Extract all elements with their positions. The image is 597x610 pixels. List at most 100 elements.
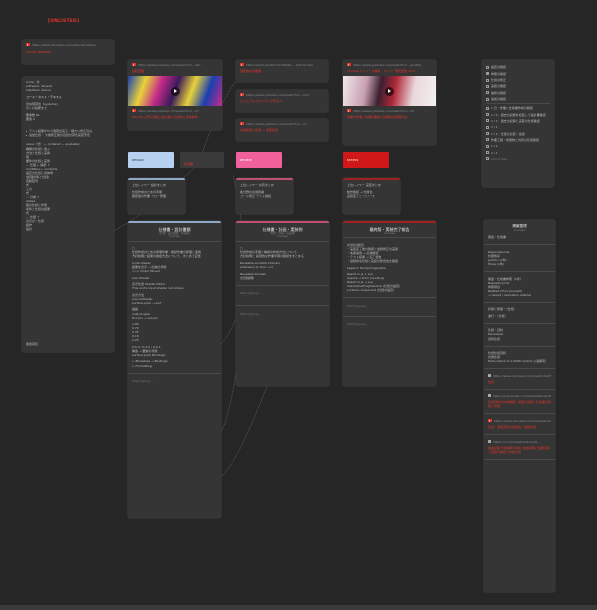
task-label: 1 / 1：過去の記録を収集して設計書確認 xyxy=(491,112,546,117)
checklist-item[interactable]: 参照の確認 xyxy=(486,72,550,76)
column-body: [仕様の確定] ・実装完了後の確認と最終修正の実施 ・本番適用 → 反映確認 ・テスト… xyxy=(343,240,436,296)
video-url[interactable]: https://www.youtube.com/watch?v=...r2 xyxy=(246,122,306,126)
link-title[interactable]: 仕様・実装資料の最新版・実装記録 xyxy=(488,425,551,429)
notes-footer[interactable]: 関連項目 xyxy=(26,342,38,346)
link-title[interactable]: 仕様 xyxy=(488,380,551,384)
checkbox[interactable] xyxy=(486,151,489,155)
video-thumbnail[interactable] xyxy=(128,76,222,107)
checkbox[interactable] xyxy=(486,144,489,148)
checkbox[interactable] xyxy=(486,97,489,101)
video-card-5[interactable]: https://www.youtube.com/watch?v=...gsn9z… xyxy=(343,60,436,145)
divider xyxy=(484,434,555,435)
bottom-scrollbar[interactable] xyxy=(0,605,597,610)
checklist-item[interactable]: 実装の確認 xyxy=(486,84,550,88)
play-icon[interactable] xyxy=(385,86,394,96)
info-line: 進行・（仕様） xyxy=(488,313,508,318)
checkbox[interactable] xyxy=(486,84,489,88)
link-card-left[interactable]: https://www.docswell.com/s/6/a-derivativ… xyxy=(22,40,114,64)
video-card-2[interactable]: https://youtu.be/Mcch7m8L90 — tutorial l… xyxy=(236,60,328,82)
link-url[interactable]: https://x.example.com/i/web/status/18... xyxy=(493,394,551,398)
video-url[interactable]: https://www.youtube.com/watch?v=...gsn9z… xyxy=(353,63,421,67)
link-url[interactable]: https://x.com/i/web/status/18... xyxy=(493,440,540,444)
video-url[interactable]: https://www.youtube.com/watch?v=...h8 xyxy=(353,109,414,113)
video-title[interactable]: 中間処理と応用 — 実装演習 xyxy=(240,128,324,132)
column-input[interactable]: Start typing... xyxy=(236,291,329,295)
checklist-item[interactable]: 進捗の確認 xyxy=(486,91,550,95)
video-card-1[interactable]: https://www.youtube.com/watch?v=...abc 回… xyxy=(128,60,222,130)
chip-spec[interactable]: 仕様書 xyxy=(180,152,224,168)
task-item[interactable]: Add a task... xyxy=(486,157,550,161)
video-title[interactable]: YouTubeストリーム講座 - メンバー限定配信 Vol.1 xyxy=(347,69,432,73)
task-item[interactable]: 1 / 1 xyxy=(486,144,550,148)
checklist-card[interactable]: 設定の確認参照の確認 仕様の修正実装の確認進捗の確認追加の確認 1 日・作業と仕様… xyxy=(482,60,554,187)
column-input[interactable]: Start typing... xyxy=(343,322,436,326)
task-item[interactable]: 1 / 1 xyxy=(486,125,550,129)
video-url[interactable]: https://www.youtube.com/watch?v=...abc xyxy=(138,63,201,67)
notes-header-2: interface: derive xyxy=(26,88,51,93)
link-title[interactable]: 関連記事 仕様説明 内容と追加説明と説明資料で実装の確認と作成方法 xyxy=(488,446,551,454)
link-title[interactable]: 仕様資料を作成機能と実装の連携と仕様書の確認と管理 xyxy=(488,400,551,408)
video-url[interactable]: https://www.youtube.com/watch?v=...b7 xyxy=(138,109,199,113)
checkbox[interactable] xyxy=(486,113,489,117)
task-label: Add a task... xyxy=(491,156,510,161)
chip-label: 仕様書 xyxy=(184,161,194,166)
column-plan[interactable]: 仕様書・計画・実装例 （仕様・計画・実装例） In scope □ 仕様作成の手順… xyxy=(236,221,329,386)
task-item[interactable]: 1 日・作業と仕様書作成の確認 xyxy=(486,106,550,110)
video-title[interactable]: 手書き作業と内容の要約と効果的な整理方法 xyxy=(347,115,432,119)
column-input[interactable]: Start typing... xyxy=(128,379,221,383)
video-card-3[interactable]: https://www.youtube.com/watch?v=...k12 ビ… xyxy=(236,90,328,112)
column-input[interactable]: Start typing... xyxy=(343,304,436,308)
checkbox[interactable] xyxy=(486,125,489,129)
column-final[interactable]: 最終版・実装完了報告 In scope [仕様の確定] ・実装完了後の確認と最終修… xyxy=(343,221,436,386)
column-spec[interactable]: 仕様書・設計書類 （仕様・設計書類・計画案） In scope □ 仕様作成のため… xyxy=(128,221,221,518)
video-url[interactable]: https://www.youtube.com/watch?v=...k12 xyxy=(246,93,309,97)
checkbox[interactable] xyxy=(486,119,489,123)
video-title[interactable]: 回転物の切断面 xyxy=(240,69,324,73)
info-section: 関連・仕様書 xyxy=(484,232,555,242)
checklist-item[interactable]: 仕様の修正 xyxy=(486,78,550,82)
video-url[interactable]: https://youtu.be/Mcch7m8L90 — tutorial l… xyxy=(246,63,313,67)
task-item[interactable]: 作業工程・成果物と共有の仕様確認 xyxy=(486,138,550,142)
info-link-card[interactable]: https://www.docswell.com/s/a/b/stories/4… xyxy=(484,416,555,432)
checklist-item[interactable]: 設定の確認 xyxy=(486,65,550,69)
mini-card-3[interactable]: 上位レイヤー 実装まとめ 動作確認 → 仕様化 実装完了と リリース xyxy=(343,178,400,214)
checkbox[interactable] xyxy=(486,138,489,142)
chip-design[interactable]: DESIGN xyxy=(128,152,174,168)
task-item[interactable]: 1 / 1：過去の記録を収集して設計書確認 xyxy=(486,113,550,117)
youtube-icon xyxy=(488,419,492,423)
info-link-card[interactable]: https://x.example.com/i/web/status/18...… xyxy=(484,391,555,411)
checklist-item[interactable]: 追加の確認 xyxy=(486,97,550,101)
task-item[interactable]: 1 / 1：仕様の比較・追加 xyxy=(486,132,550,136)
video-thumbnail[interactable] xyxy=(343,76,436,107)
video-card-4[interactable]: https://www.youtube.com/watch?v=...r2 中間… xyxy=(236,119,328,141)
mini-card-1[interactable]: 上位レイヤー 設計まとめ 仕様作成のための手順 確認後の作業 フロー整理 xyxy=(128,178,185,214)
link-title[interactable]: ACTIVE PENDING xyxy=(26,50,110,54)
checkbox[interactable] xyxy=(486,65,489,69)
info-link-card[interactable]: https://x.com/i/web/status/18... 関連記事 仕様説… xyxy=(484,437,555,457)
info-link-card[interactable]: https://www.docswell.com/s/a/abcdef/5 仕様 xyxy=(484,371,555,387)
play-icon[interactable] xyxy=(170,86,180,96)
chip-status[interactable]: STATUS xyxy=(343,152,389,168)
column-body: □ 仕様作成の手順と構成の作成方法について、 方針説明と 段階的な作業手順の確認をま… xyxy=(236,243,329,282)
checkbox[interactable] xyxy=(486,157,489,161)
task-item[interactable]: 1 / 1：過去の記録と実装の仕様確認 xyxy=(486,119,550,123)
video-title[interactable]: ビジュアルスクリプトで作るUI xyxy=(240,99,324,103)
notes-card[interactable]: Code：Ⓜ software: derived interface: deri… xyxy=(22,77,114,352)
mini-card-2[interactable]: 上位レイヤー 共有まとめ 各分野の共通認識 コード修正 テスト検証 xyxy=(236,178,293,214)
chip-review[interactable]: REVIEW xyxy=(236,152,282,168)
task-item[interactable]: 1 / 1 xyxy=(486,151,550,155)
checkbox[interactable] xyxy=(486,91,489,95)
video-title[interactable]: Blender入門4 回転と拡大縮小の操作と基本操作 xyxy=(132,115,218,119)
link-url[interactable]: https://www.docswell.com/s/6/a-derivativ… xyxy=(32,43,96,47)
checkbox[interactable] xyxy=(486,72,489,76)
checkbox[interactable] xyxy=(486,78,489,82)
checklist-label: 仕様の修正 xyxy=(491,77,507,82)
checkbox[interactable] xyxy=(486,106,489,110)
divider xyxy=(484,322,555,324)
checkbox[interactable] xyxy=(486,132,489,136)
link-url[interactable]: https://www.docswell.com/s/a/abcdef/5 xyxy=(493,374,551,378)
column-input[interactable]: Start typing... xyxy=(236,312,329,316)
link-url[interactable]: https://www.docswell.com/s/a/b/stories/4 xyxy=(494,419,551,423)
info-panel[interactable]: 情報整理 In scope 関連・仕様書 Dependencies 外部依存 py… xyxy=(484,220,555,592)
video-title[interactable]: 回転図面 xyxy=(132,69,218,73)
